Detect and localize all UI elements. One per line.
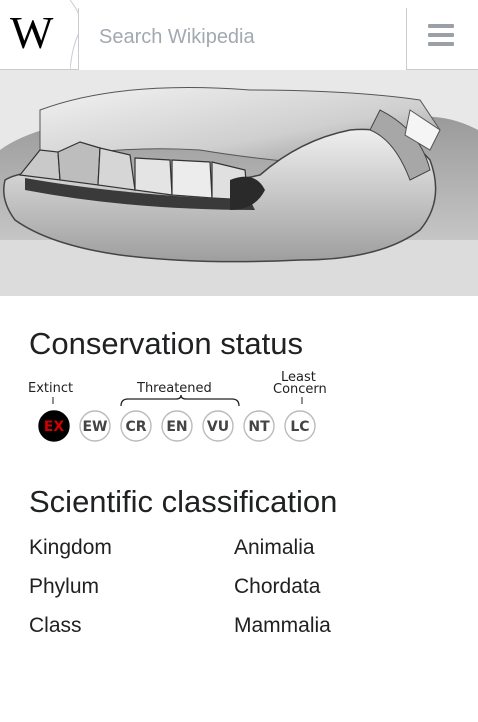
wikipedia-logo-text: W: [10, 7, 53, 58]
classification-row: Kingdom Animalia: [29, 536, 449, 564]
conservation-status-scale: Extinct Threatened Least Concern EX EW CR E…: [28, 370, 327, 442]
status-ex: EX: [38, 410, 70, 442]
status-en: EN: [161, 410, 193, 442]
classification-rank: Kingdom: [29, 536, 112, 559]
status-code-label: VU: [207, 419, 229, 435]
label-concern: Concern: [273, 382, 327, 397]
status-vu: VU: [202, 410, 234, 442]
conservation-status-heading: Conservation status: [29, 326, 303, 361]
menu-line: [428, 24, 454, 28]
wikipedia-logo[interactable]: W: [0, 0, 78, 70]
status-code-label: EN: [166, 419, 187, 435]
threatened-bracket: [120, 394, 240, 407]
status-cr: CR: [120, 410, 152, 442]
classification-value[interactable]: Animalia: [234, 536, 315, 560]
label-extinct: Extinct: [28, 381, 73, 396]
status-ew: EW: [79, 410, 111, 442]
skull-photo[interactable]: [0, 70, 478, 296]
search-bar[interactable]: [78, 8, 407, 70]
classification-value[interactable]: Chordata: [234, 575, 320, 599]
status-lc: LC: [284, 410, 316, 442]
status-circles: EX EW CR EN VU NT LC: [38, 410, 316, 442]
skull-illustration: [0, 70, 478, 296]
menu-line: [428, 42, 454, 46]
hamburger-menu-icon[interactable]: [422, 20, 462, 52]
scientific-classification-heading: Scientific classification: [29, 484, 338, 519]
status-nt: NT: [243, 410, 275, 442]
label-threatened: Threatened: [136, 381, 212, 396]
search-input[interactable]: [99, 22, 389, 52]
status-code-label: CR: [125, 419, 146, 435]
menu-line: [428, 33, 454, 37]
status-code-label: NT: [248, 419, 270, 435]
status-code-label: EX: [44, 419, 65, 435]
classification-rank: Phylum: [29, 575, 100, 598]
classification-rank: Class: [29, 614, 82, 637]
classification-row: Class Mammalia: [29, 614, 449, 642]
classification-row: Phylum Chordata: [29, 575, 449, 603]
top-header: W: [0, 0, 478, 70]
classification-value[interactable]: Mammalia: [234, 614, 331, 638]
status-code-label: LC: [290, 419, 309, 435]
status-code-label: EW: [82, 419, 107, 435]
